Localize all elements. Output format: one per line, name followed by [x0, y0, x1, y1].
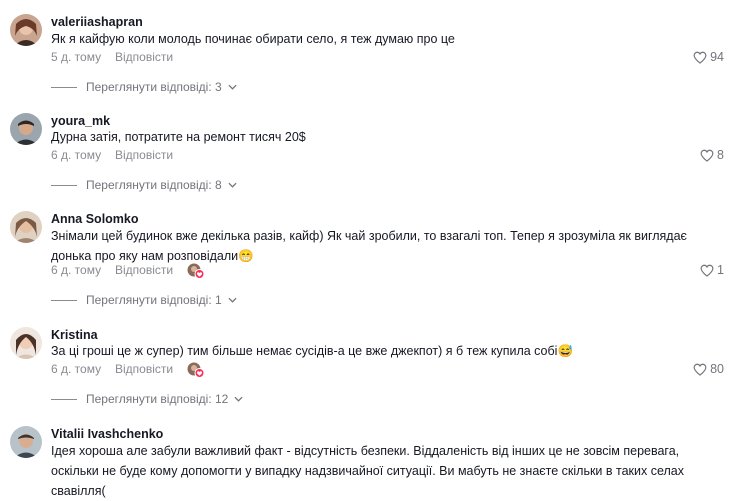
like-count: 80 [710, 362, 724, 376]
comment-username[interactable]: Vitalii Ivashchenko [51, 427, 163, 441]
avatar[interactable] [10, 327, 42, 359]
view-replies-label: Переглянути відповіді: 12 [86, 392, 229, 406]
comment-text: Знімали цей будинок вже декілька разів, … [51, 229, 687, 263]
comment-username[interactable]: Kristina [51, 328, 98, 342]
view-replies-button[interactable]: Переглянути відповіді: 1 [51, 293, 237, 307]
heart-icon [693, 363, 707, 376]
comment-date: 6 д. тому [51, 148, 102, 162]
view-replies-label: Переглянути відповіді: 3 [86, 80, 222, 94]
comment-text: За ці гроші це ж супер) тим більше немає… [51, 344, 574, 358]
avatar[interactable] [10, 113, 42, 145]
view-replies-button[interactable]: Переглянути відповіді: 3 [51, 80, 237, 94]
divider-line [51, 398, 77, 400]
reply-button[interactable]: Відповісти [115, 263, 173, 277]
comment-date: 5 д. тому [51, 50, 102, 64]
reply-button[interactable]: Відповісти [115, 148, 173, 162]
like-button[interactable]: 94 [693, 50, 724, 64]
heart-icon [693, 51, 707, 64]
divider-line [51, 184, 77, 186]
comment-text: Як я кайфую коли молодь починає обирати … [51, 32, 455, 46]
comment-username[interactable]: Anna Solomko [51, 212, 139, 226]
comment-username[interactable]: valeriiashapran [51, 15, 143, 29]
avatar[interactable] [10, 426, 42, 458]
chevron-down-icon [228, 182, 237, 188]
reply-button[interactable]: Відповісти [115, 362, 173, 376]
chevron-down-icon [228, 84, 237, 90]
divider-line [51, 86, 77, 88]
like-button[interactable]: 8 [700, 148, 724, 162]
divider-line [51, 299, 77, 301]
creator-liked-badge [187, 362, 205, 378]
chevron-down-icon [234, 396, 243, 402]
like-count: 1 [717, 263, 724, 277]
creator-liked-badge [187, 263, 205, 279]
view-replies-button[interactable]: Переглянути відповіді: 8 [51, 178, 237, 192]
reply-button[interactable]: Відповісти [115, 50, 173, 64]
avatar[interactable] [10, 14, 42, 46]
like-button[interactable]: 80 [693, 362, 724, 376]
like-count: 8 [717, 148, 724, 162]
heart-icon [700, 149, 714, 162]
view-replies-label: Переглянути відповіді: 8 [86, 178, 222, 192]
view-replies-button[interactable]: Переглянути відповіді: 12 [51, 392, 243, 406]
comment-date: 6 д. тому [51, 263, 102, 277]
avatar[interactable] [10, 211, 42, 243]
chevron-down-icon [228, 297, 237, 303]
like-count: 94 [710, 50, 724, 64]
like-button[interactable]: 1 [700, 263, 724, 277]
comment-text: Дурна затія, потратите на ремонт тисяч 2… [51, 130, 306, 144]
comment-date: 6 д. тому [51, 362, 102, 376]
heart-icon [700, 264, 714, 277]
view-replies-label: Переглянути відповіді: 1 [86, 293, 222, 307]
comment-username[interactable]: youra_mk [51, 114, 110, 128]
comment-text: Ідея хороша але забули важливий факт - в… [51, 444, 684, 498]
